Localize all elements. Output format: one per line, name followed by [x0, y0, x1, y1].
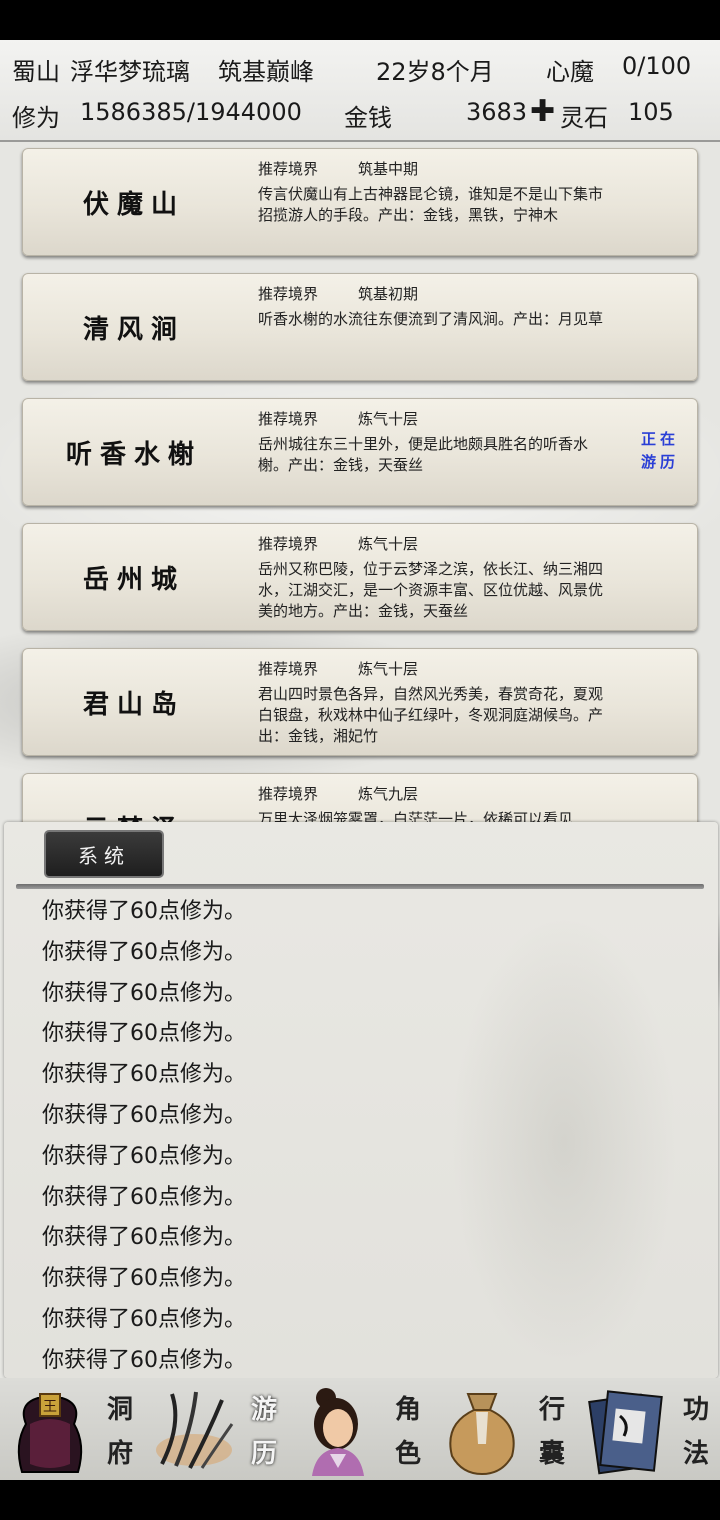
location-description: 听香水榭的水流往东便流到了清风涧。产出：月见草: [258, 310, 604, 328]
nav-label: 游历: [250, 1395, 277, 1469]
money-value: 3683: [466, 98, 528, 126]
bag-icon: [449, 1393, 515, 1476]
location-name: 听香水榭: [65, 439, 202, 470]
money-label: 金钱: [344, 104, 392, 132]
location-description: 岳州城往东三十里外，便是此地颇具胜名的听香水榭。产出：金钱，天蚕丝: [258, 435, 589, 474]
log-line: 你获得了60点修为。: [42, 1347, 246, 1373]
recommended-realm: 炼气十层: [358, 535, 419, 553]
nav-label: 功法: [682, 1395, 709, 1469]
location-description: 君山四时景色各异，自然风光秀美，春赏奇花，夏观白银盘，秋戏林中仙子红绿叶，冬观洞…: [258, 685, 604, 745]
location-card[interactable]: 伏魔山 推荐境界 筑基中期 传言伏魔山有上古神器昆仑镜，谁知是不是山下集市招揽游…: [22, 148, 698, 256]
log-line: 你获得了60点修为。: [42, 939, 246, 965]
recommended-realm-label: 推荐境界: [258, 785, 319, 803]
location-description: 传言伏魔山有上古神器昆仑镜，谁知是不是山下集市招揽游人的手段。产出：金钱，黑铁，…: [258, 185, 604, 224]
character-icon: [312, 1388, 364, 1476]
recommended-realm: 筑基中期: [358, 160, 419, 178]
nav-travel[interactable]: 游历: [144, 1378, 288, 1480]
player-name: 浮华梦琉璃: [70, 58, 190, 86]
recommended-realm: 炼气九层: [358, 785, 419, 803]
log-line: 你获得了60点修为。: [42, 1306, 246, 1332]
location-card[interactable]: 清风涧 推荐境界 筑基初期 听香水榭的水流往东便流到了清风涧。产出：月见草: [22, 273, 698, 381]
log-line: 你获得了60点修为。: [42, 1102, 246, 1128]
heart-demon-value: 0/100: [622, 52, 692, 80]
cave-residence-icon: 王: [17, 1393, 83, 1473]
log-line: 你获得了60点修为。: [42, 1062, 246, 1088]
log-message-list[interactable]: 你获得了60点修为。 你获得了60点修为。 你获得了60点修为。 你获得了60点…: [42, 892, 642, 1382]
nav-cave-residence[interactable]: 王 洞府: [0, 1378, 144, 1480]
scripture-icon: [588, 1390, 663, 1475]
nav-label: 洞府: [106, 1395, 133, 1469]
location-card[interactable]: 岳州城 推荐境界 炼气十层 岳州又称巴陵，位于云梦泽之滨，依长江、纳三湘四水，江…: [22, 523, 698, 631]
recommended-realm: 炼气十层: [358, 660, 419, 678]
player-info-header: 蜀山 浮华梦琉璃 筑基巅峰 22岁8个月 心魔 0/100 修为 1586385…: [0, 40, 720, 142]
location-list[interactable]: 伏魔山 推荐境界 筑基中期 传言伏魔山有上古神器昆仑镜，谁知是不是山下集市招揽游…: [0, 142, 720, 822]
log-line: 你获得了60点修为。: [42, 1184, 246, 1210]
system-log-panel[interactable]: 系统 你获得了60点修为。 你获得了60点修为。 你获得了60点修为。 你获得了…: [4, 822, 718, 1378]
log-line: 你获得了60点修为。: [42, 1143, 246, 1169]
nav-character[interactable]: 角色: [288, 1378, 432, 1480]
player-age: 22岁8个月: [376, 58, 494, 86]
recommended-realm-label: 推荐境界: [258, 160, 319, 178]
add-money-icon[interactable]: ✚: [530, 94, 555, 129]
svg-text:王: 王: [43, 1399, 57, 1415]
location-description: 岳州又称巴陵，位于云梦泽之滨，依长江、纳三湘四水，江湖交汇，是一个资源丰富、区位…: [258, 560, 604, 620]
recommended-realm-label: 推荐境界: [258, 285, 319, 303]
log-line: 你获得了60点修为。: [42, 1225, 246, 1251]
location-card[interactable]: 云梦泽 推荐境界 炼气九层 万里大泽烟笼雾罩，白茫茫一片，依稀可以看见: [22, 773, 698, 822]
location-card-active[interactable]: 听香水榭 推荐境界 炼气十层 岳州城往东三十里外，便是此地颇具胜名的听香水榭。产…: [22, 398, 698, 506]
spirit-stone-label: 灵石: [560, 104, 608, 132]
system-status-bar: [0, 0, 720, 40]
cultivation-label: 修为: [12, 104, 60, 132]
log-line: 你获得了60点修为。: [42, 980, 246, 1006]
heart-demon-label: 心魔: [546, 58, 594, 86]
location-name: 云梦泽: [22, 773, 246, 823]
location-card[interactable]: 君山岛 推荐境界 炼气十层 君山四时景色各异，自然风光秀美，春赏奇花，夏观白银盘…: [22, 648, 698, 756]
nav-label: 行囊: [538, 1395, 565, 1469]
travel-icon: [156, 1391, 234, 1469]
location-name: 岳州城: [82, 564, 185, 595]
spirit-stone-value: 105: [628, 98, 674, 126]
recommended-realm-label: 推荐境界: [258, 410, 319, 428]
location-name: 君山岛: [82, 689, 185, 720]
nav-label: 角色: [394, 1395, 421, 1469]
nav-bag[interactable]: 行囊: [432, 1378, 576, 1480]
recommended-realm-label: 推荐境界: [258, 660, 319, 678]
recommended-realm: 炼气十层: [358, 410, 419, 428]
log-line: 你获得了60点修为。: [42, 1021, 246, 1047]
cultivation-value: 1586385/1944000: [80, 98, 302, 126]
cultivation-realm: 筑基巅峰: [218, 58, 314, 86]
log-divider: [16, 884, 704, 889]
system-navigation-bar: [0, 1480, 720, 1520]
location-name: 伏魔山: [82, 189, 185, 220]
recommended-realm-label: 推荐境界: [258, 535, 319, 553]
bottom-navigation: 王 洞府 游历 角色 行囊 功法: [0, 1378, 720, 1480]
recommended-realm: 筑基初期: [358, 285, 419, 303]
log-line: 你获得了60点修为。: [42, 1266, 246, 1292]
traveling-status: 正在游历: [640, 430, 679, 471]
log-line: 你获得了60点修为。: [42, 899, 246, 924]
location-description: 万里大泽烟笼雾罩，白茫茫一片，依稀可以看见: [258, 810, 574, 822]
sect-name: 蜀山: [12, 58, 60, 86]
nav-scripture[interactable]: 功法: [576, 1378, 720, 1480]
location-name: 清风涧: [82, 314, 185, 345]
system-log-tab[interactable]: 系统: [44, 830, 164, 878]
